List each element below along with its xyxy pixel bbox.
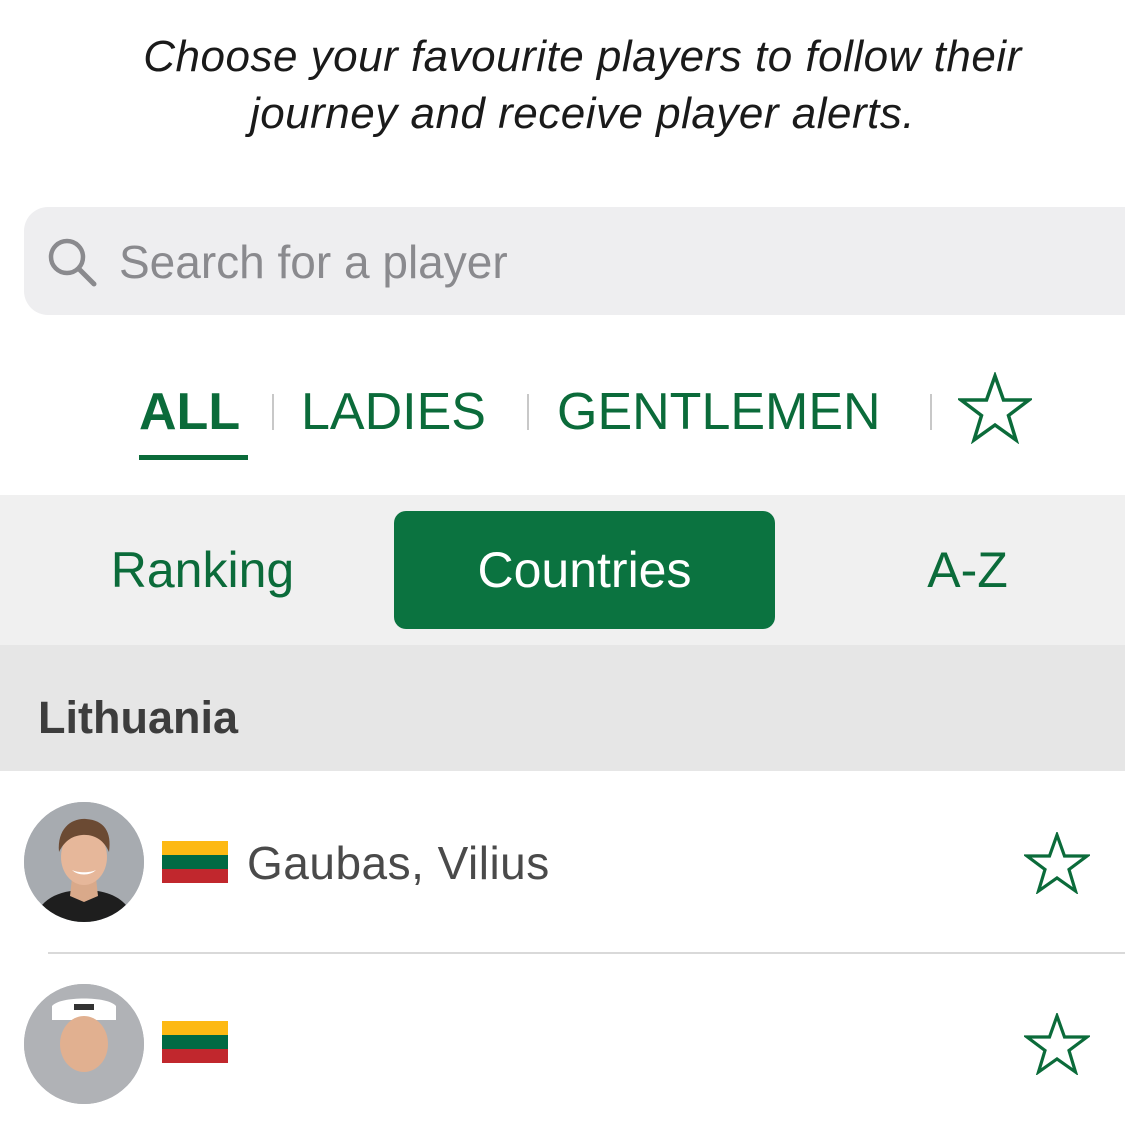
tab-all[interactable]: ALL <box>139 380 248 460</box>
player-filter-tabs: ALL LADIES GENTLEMEN <box>0 370 1125 460</box>
segment-ranking[interactable]: Ranking <box>60 511 345 629</box>
avatar <box>24 802 144 922</box>
segment-a-z-label: A-Z <box>927 542 1008 598</box>
tab-gentlemen[interactable]: GENTLEMEN <box>557 380 881 450</box>
player-row[interactable]: Gaubas, Vilius <box>0 772 1125 952</box>
lithuania-flag <box>162 1021 228 1063</box>
search-icon <box>46 236 100 295</box>
tab-all-label: ALL <box>139 383 241 441</box>
segment-ranking-label: Ranking <box>110 542 295 598</box>
search-input[interactable] <box>119 230 1019 294</box>
favourite-star-icon[interactable] <box>1022 1011 1092 1080</box>
segment-a-z[interactable]: A-Z <box>870 511 1065 629</box>
active-tab-underline <box>139 455 248 460</box>
tab-divider <box>930 394 932 430</box>
sort-segmented-control: Ranking Countries A-Z <box>0 495 1125 645</box>
tab-divider <box>527 394 529 430</box>
tab-ladies[interactable]: LADIES <box>301 380 486 450</box>
section-title: Lithuania <box>38 692 238 743</box>
lithuania-flag <box>162 841 228 883</box>
player-row[interactable] <box>0 953 1125 1133</box>
segment-countries-label: Countries <box>477 542 692 598</box>
intro-line-1: Choose your favourite players to follow … <box>143 32 1022 81</box>
tab-favourites[interactable] <box>955 370 1035 445</box>
intro-text: Choose your favourite players to follow … <box>40 28 1125 142</box>
player-name: Gaubas, Vilius <box>247 837 550 889</box>
tab-gentlemen-label: GENTLEMEN <box>557 383 881 441</box>
tab-ladies-label: LADIES <box>301 383 486 441</box>
tab-divider <box>272 394 274 430</box>
favourite-star-icon[interactable] <box>1022 830 1092 899</box>
intro-line-2: journey and receive player alerts. <box>249 89 916 138</box>
segment-countries[interactable]: Countries <box>394 511 775 629</box>
star-outline-icon <box>955 370 1035 456</box>
avatar <box>24 984 144 1104</box>
